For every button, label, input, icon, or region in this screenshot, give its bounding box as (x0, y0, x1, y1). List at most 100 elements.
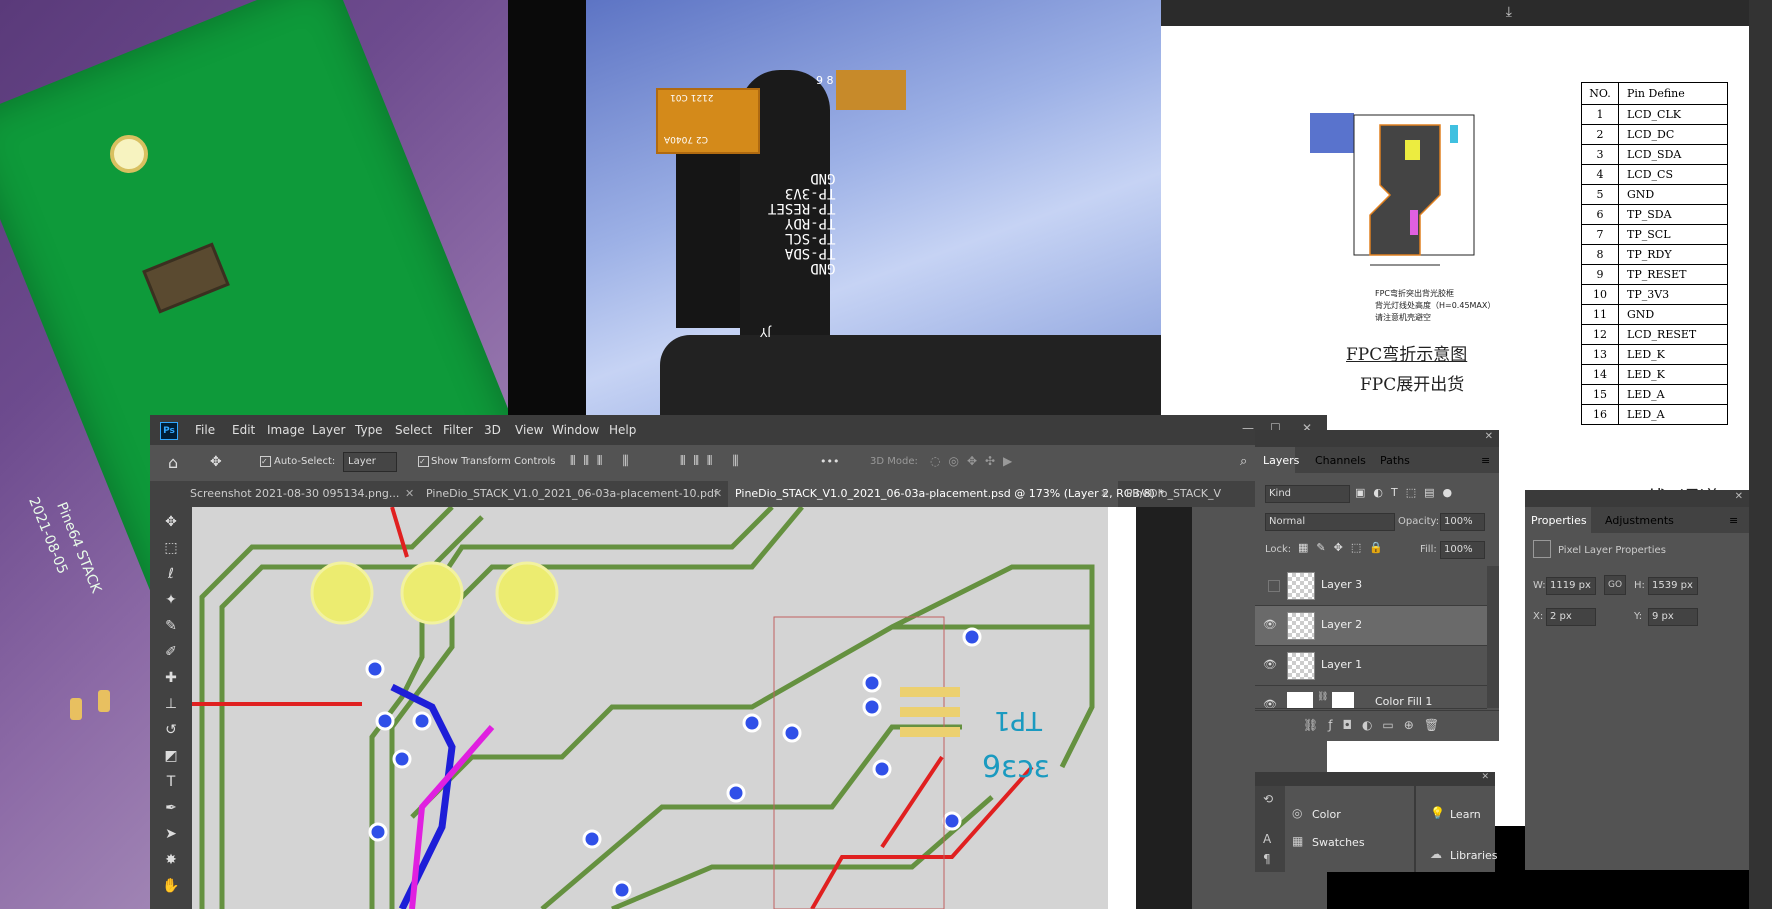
menu-type[interactable]: Type (355, 423, 383, 437)
brush-tool-icon[interactable]: ✐ (162, 643, 180, 661)
photoshop-menubar: Ps File Edit Image Layer Type Select Fil… (150, 415, 1327, 445)
history-brush-icon[interactable]: ↺ (162, 721, 180, 739)
lasso-tool-icon[interactable]: ℓ (162, 565, 180, 583)
magic-wand-icon[interactable]: ✦ (162, 591, 180, 609)
kind-filter-dropdown[interactable]: Kind (1265, 485, 1350, 503)
x-field[interactable]: 2 px (1546, 608, 1596, 626)
auto-select-checkbox[interactable]: ✓ (260, 456, 271, 467)
table-row: 12 LCD_RESET (1581, 324, 1728, 345)
more-options-icon[interactable]: ••• (820, 455, 839, 468)
lock-icons[interactable]: ▦✎✥⬚🔒 (1298, 541, 1391, 554)
pcb-layout-canvas[interactable]: 9ɛɔɛ TP1 (192, 507, 1136, 909)
visibility-toggle-off[interactable] (1268, 580, 1280, 592)
history-icon[interactable]: ⟲ (1263, 792, 1273, 806)
eye-icon[interactable]: 👁 (1263, 618, 1277, 631)
marquee-tool-icon[interactable]: ⬚ (162, 539, 180, 557)
flex-chip-text2: C2 7040A (664, 134, 708, 144)
tab-layers[interactable]: Layers (1263, 454, 1299, 467)
menu-select[interactable]: Select (395, 423, 432, 437)
mask-thumbnail (1332, 692, 1354, 708)
search-icon[interactable]: ⌕ (1240, 454, 1247, 469)
healing-brush-icon[interactable]: ✚ (162, 669, 180, 687)
menu-window[interactable]: Window (552, 423, 599, 437)
menu-view[interactable]: View (515, 423, 543, 437)
fpc-note-line: 请注意机壳避空 (1375, 313, 1431, 322)
layer-row-layer-1[interactable]: 👁 Layer 1 (1255, 646, 1487, 686)
path-select-icon[interactable]: ➤ (162, 825, 180, 843)
width-field[interactable]: 1119 px (1546, 577, 1596, 595)
learn-panel-tab[interactable]: Learn (1450, 808, 1481, 821)
table-header-row: NO. Pin Define (1581, 82, 1728, 105)
layer-thumbnail (1287, 652, 1315, 680)
collapsed-panels-header: ✕ (1255, 772, 1495, 786)
panel-close-icon[interactable]: ✕ (1481, 772, 1489, 782)
tab-paths[interactable]: Paths (1380, 454, 1410, 467)
3d-mode-icons[interactable]: ◌◎✥✣▶ (930, 454, 1020, 468)
layer-filter-icons[interactable]: ▣◐T⬚▤● (1355, 486, 1460, 499)
home-icon[interactable]: ⌂ (168, 453, 178, 472)
eye-icon[interactable]: 👁 (1263, 698, 1277, 708)
panel-close-icon[interactable]: ✕ (1485, 431, 1493, 442)
menu-filter[interactable]: Filter (443, 423, 473, 437)
x-label: X: (1533, 611, 1544, 622)
tab-properties[interactable]: Properties (1531, 514, 1587, 527)
pdf-scrollbar[interactable] (1749, 0, 1772, 909)
height-field[interactable]: 1539 px (1648, 577, 1698, 595)
tab-adjustments[interactable]: Adjustments (1605, 514, 1674, 527)
paragraph-icon[interactable]: ¶ (1263, 852, 1271, 866)
align-icons[interactable]: ⫴⫴⫴ ⫼ (570, 454, 637, 469)
show-transform-checkbox[interactable]: ✓ (418, 456, 429, 467)
auto-select-dropdown[interactable]: Layer (343, 452, 397, 472)
opacity-field[interactable]: 100% (1440, 513, 1485, 531)
swatches-panel-tab[interactable]: Swatches (1312, 836, 1365, 849)
character-icon[interactable]: A (1263, 832, 1271, 846)
fill-field[interactable]: 100% (1440, 541, 1485, 559)
blend-mode-dropdown[interactable]: Normal (1265, 513, 1395, 531)
table-row: 4 LCD_CS (1581, 164, 1728, 185)
distribute-icons[interactable]: ⫴⫴⫴ ⫼ (680, 454, 747, 469)
tab-screenshot[interactable]: Screenshot 2021-08-30 095134.png... (190, 487, 399, 500)
type-tool-icon[interactable]: T (162, 773, 180, 791)
tab-psd-2[interactable]: PineDio_STACK_V (1126, 487, 1221, 500)
link-dimensions-icon[interactable]: GO (1604, 575, 1626, 595)
panel-menu-icon[interactable]: ≡ (1729, 514, 1738, 527)
table-row: 7 TP_SCL (1581, 224, 1728, 245)
eye-icon[interactable]: 👁 (1263, 658, 1277, 671)
pen-tool-icon[interactable]: ✒ (162, 799, 180, 817)
tab-close-icon[interactable]: ✕ (713, 487, 722, 500)
layer-row-layer-3[interactable]: Layer 3 (1255, 566, 1487, 606)
table-row: 11 GND (1581, 304, 1728, 325)
panel-close-icon[interactable]: ✕ (1735, 491, 1743, 502)
move-tool-icon[interactable]: ✥ (210, 454, 222, 470)
flex-pin-labels: GND TP-SDA TP-SCL TP-RDY TP-RESET TP-3V3… (768, 170, 836, 276)
eyedropper-icon[interactable]: ✎ (162, 617, 180, 635)
menu-edit[interactable]: Edit (232, 423, 255, 437)
menu-help[interactable]: Help (609, 423, 636, 437)
flex-chip-text: 2121 C01 (670, 92, 714, 102)
layer-row-layer-2[interactable]: 👁 Layer 2 (1255, 606, 1487, 646)
tab-pdf[interactable]: PineDio_STACK_V1.0_2021_06-03a-placement… (426, 487, 718, 500)
shape-tool-icon[interactable]: ✸ (162, 851, 180, 869)
panel-menu-icon[interactable]: ≡ (1481, 454, 1490, 467)
color-panel-tab[interactable]: Color (1312, 808, 1341, 821)
tab-channels[interactable]: Channels (1315, 454, 1366, 467)
move-tool-icon[interactable]: ✥ (162, 513, 180, 531)
tab-close-icon[interactable]: ✕ (1100, 487, 1109, 500)
layers-scrollbar[interactable] (1487, 566, 1499, 708)
hand-tool-icon[interactable]: ✋ (162, 877, 180, 895)
download-icon[interactable]: ⤓ (1506, 4, 1512, 20)
layer-row-color-fill[interactable]: 👁 ⛓ Color Fill 1 (1255, 686, 1487, 709)
pin-number-cell: 15 (1581, 384, 1619, 405)
tab-close-icon[interactable]: ✕ (405, 487, 414, 500)
layer-action-icons[interactable]: ⛓ƒ◘◐▭⊕🗑 (1303, 718, 1449, 732)
menu-3d[interactable]: 3D (484, 423, 501, 437)
menu-image[interactable]: Image (267, 423, 305, 437)
eraser-icon[interactable]: ◩ (162, 747, 180, 765)
minimize-icon[interactable]: — (1242, 421, 1254, 435)
menu-file[interactable]: File (195, 423, 215, 437)
libraries-panel-tab[interactable]: Libraries (1450, 849, 1498, 862)
y-field[interactable]: 9 px (1648, 608, 1698, 626)
menu-layer[interactable]: Layer (312, 423, 345, 437)
collapsed-panel-icons: ⟲ A ¶ (1255, 786, 1285, 872)
stamp-tool-icon[interactable]: ⊥ (162, 695, 180, 713)
